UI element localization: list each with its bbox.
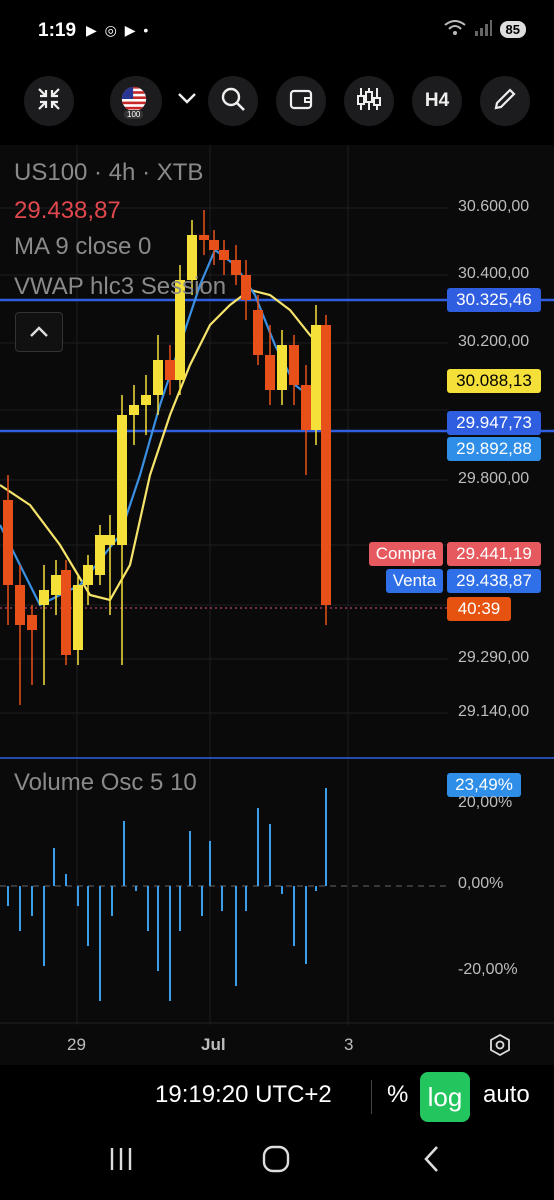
time-label: 29: [67, 1035, 86, 1054]
chart-settings-icon[interactable]: [488, 1033, 512, 1062]
candle-body: [265, 355, 275, 390]
search-icon: [220, 86, 246, 117]
compra-label[interactable]: Compra: [369, 542, 443, 566]
signal-icon: [474, 20, 492, 39]
ma-legend[interactable]: MA 9 close 0: [14, 233, 151, 261]
lower-level-tag: 29.947,73: [447, 411, 541, 435]
venta-label[interactable]: Venta: [386, 569, 443, 593]
recent-apps-icon[interactable]: [108, 1144, 134, 1179]
candle-body: [27, 615, 37, 630]
percent-scale-button[interactable]: %: [387, 1081, 408, 1109]
candle-body: [3, 500, 13, 585]
log-scale-button[interactable]: log: [420, 1072, 470, 1122]
candle-body: [199, 235, 209, 240]
candle-body: [61, 570, 71, 655]
candle-body: [153, 360, 163, 395]
battery-indicator: 85: [499, 21, 526, 38]
chart-bottom-bar: 19:19:20 UTC+2 % log auto: [0, 1068, 554, 1126]
price-scale-label: 29.140,00: [458, 703, 530, 720]
candle-body: [83, 565, 93, 585]
status-time: 1:19: [38, 20, 77, 41]
home-icon[interactable]: [262, 1144, 290, 1179]
candle-body: [141, 395, 151, 405]
venta-price[interactable]: 29.438,87: [447, 569, 541, 593]
candle-body: [73, 585, 83, 650]
time-label: Jul: [201, 1035, 226, 1054]
timeframe-button[interactable]: H4: [412, 76, 462, 126]
pencil-icon: [492, 86, 518, 117]
drawing-button[interactable]: [480, 76, 530, 126]
chart-area[interactable]: US100 · 4h · XTB 29.438,87 MA 9 close 0 …: [0, 145, 554, 1065]
candle-body: [117, 415, 127, 545]
us-flag-icon: 100: [121, 86, 151, 119]
status-bar: 1:19 ▶ ◎ ▶ • 85: [0, 0, 554, 62]
wifi-icon: [443, 20, 466, 39]
symbol-flag-button[interactable]: 100: [110, 76, 162, 126]
chart-toolbar: 100 H4: [0, 62, 554, 142]
candle-body: [209, 240, 219, 250]
candle-body: [15, 585, 25, 625]
notification-icons: ▶ ◎ ▶ •: [86, 22, 151, 38]
wallet-button[interactable]: [276, 76, 326, 126]
candle-body: [129, 405, 139, 415]
oscillator-scale-label: -20,00%: [458, 961, 518, 978]
last-price: 29.438,87: [14, 197, 121, 224]
indicators-icon: [356, 86, 382, 117]
candle-body: [321, 325, 331, 605]
legend-collapse-button[interactable]: [15, 312, 63, 352]
candle-body: [165, 360, 175, 380]
chevron-up-icon: [30, 326, 48, 337]
compra-price[interactable]: 29.441,19: [447, 542, 541, 566]
collapse-button[interactable]: [24, 76, 74, 126]
candle-body: [39, 590, 49, 605]
symbol-line[interactable]: US100 · 4h · XTB: [14, 159, 203, 187]
candle-body: [289, 345, 299, 385]
volume-oscillator-bars: [7, 788, 327, 1001]
divider: [371, 1080, 372, 1114]
candle-body: [231, 260, 241, 275]
yellow-level-tag: 30.088,13: [447, 369, 541, 393]
candle-body: [253, 310, 263, 355]
ma-line: [0, 248, 326, 607]
candle-body: [311, 325, 321, 430]
price-scale-label: 29.290,00: [458, 649, 530, 666]
back-icon[interactable]: [420, 1144, 444, 1179]
candle-body: [241, 275, 251, 300]
candle-body: [105, 535, 115, 545]
candle-body: [277, 345, 287, 390]
search-button[interactable]: [208, 76, 258, 126]
candle-body: [219, 250, 229, 260]
price-scale-label: 29.800,00: [458, 470, 530, 487]
oscillator-scale-label: 20,00%: [458, 794, 513, 811]
wallet-icon: [288, 86, 314, 117]
candle-body: [51, 575, 61, 595]
ma-path: [0, 248, 326, 607]
utc-clock[interactable]: 19:19:20 UTC+2: [155, 1081, 332, 1109]
price-scale-label: 30.600,00: [458, 198, 530, 215]
price-scale-label: 30.200,00: [458, 333, 530, 350]
candle-body: [301, 385, 311, 430]
indicators-button[interactable]: [344, 76, 394, 126]
collapse-icon: [36, 86, 62, 117]
vwap-legend[interactable]: VWAP hlc3 Session: [14, 273, 226, 301]
upper-level-tag: 30.325,46: [447, 288, 541, 312]
auto-scale-button[interactable]: auto: [483, 1081, 530, 1109]
chevron-down-icon[interactable]: [176, 90, 198, 111]
flag-label: 100: [124, 110, 144, 119]
candle-body: [95, 535, 105, 575]
status-right: 85: [443, 20, 526, 39]
time-label: 3: [344, 1035, 354, 1054]
bar-countdown: 40:39: [447, 597, 511, 621]
oscillator-scale-label: 0,00%: [458, 875, 504, 892]
price-scale-label: 30.400,00: [458, 265, 530, 282]
android-nav-bar: [0, 1126, 554, 1200]
oscillator-title[interactable]: Volume Osc 5 10: [14, 769, 197, 797]
blue-level-tag: 29.892,88: [447, 437, 541, 461]
